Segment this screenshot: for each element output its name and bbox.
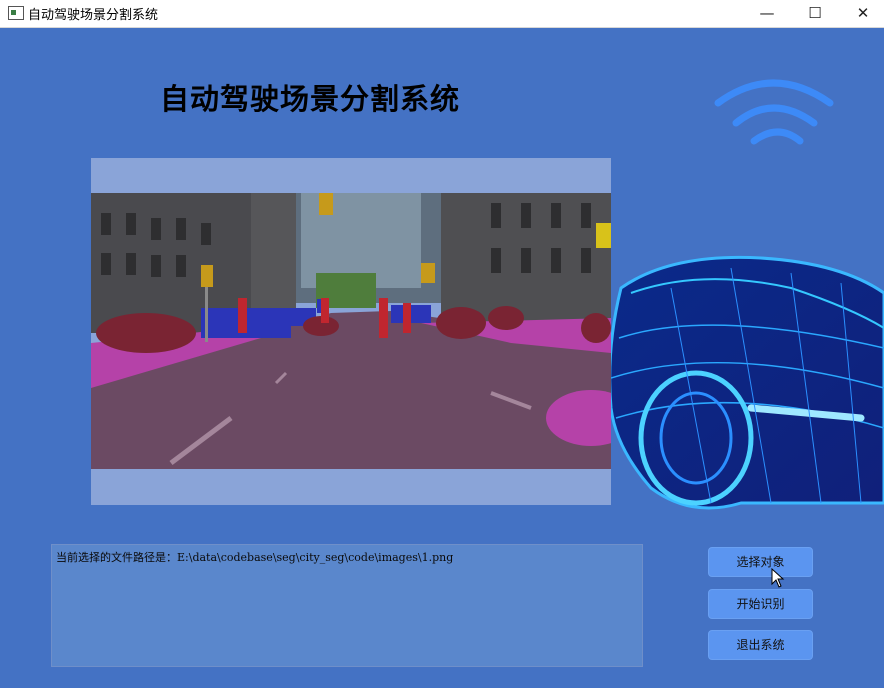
maximize-button[interactable]: ☐	[792, 0, 838, 27]
minimize-button[interactable]: —	[744, 0, 790, 27]
mouse-cursor-icon	[771, 568, 785, 588]
image-display	[91, 158, 611, 505]
page-title: 自动驾驶场景分割系统	[160, 82, 461, 116]
main-panel: 自动驾驶场景分割系统 当前选择的文件路径是：E:\data\codebase\s…	[0, 28, 884, 688]
app-icon	[8, 6, 24, 20]
start-recognition-button[interactable]: 开始识别	[708, 589, 813, 619]
wireframe-car-illustration	[611, 255, 884, 510]
window-titlebar: 自动驾驶场景分割系统 — ☐ ✕	[0, 0, 884, 28]
wifi-signal-icon	[714, 79, 834, 145]
segmented-street-scene	[91, 193, 611, 469]
window-title: 自动驾驶场景分割系统	[28, 8, 159, 23]
close-button[interactable]: ✕	[840, 0, 884, 27]
file-path-textarea[interactable]: 当前选择的文件路径是：E:\data\codebase\seg\city_seg…	[51, 544, 643, 667]
file-path-text: 当前选择的文件路径是：E:\data\codebase\seg\city_seg…	[56, 551, 454, 564]
exit-system-button[interactable]: 退出系统	[708, 630, 813, 660]
select-object-button[interactable]: 选择对象	[708, 547, 813, 577]
